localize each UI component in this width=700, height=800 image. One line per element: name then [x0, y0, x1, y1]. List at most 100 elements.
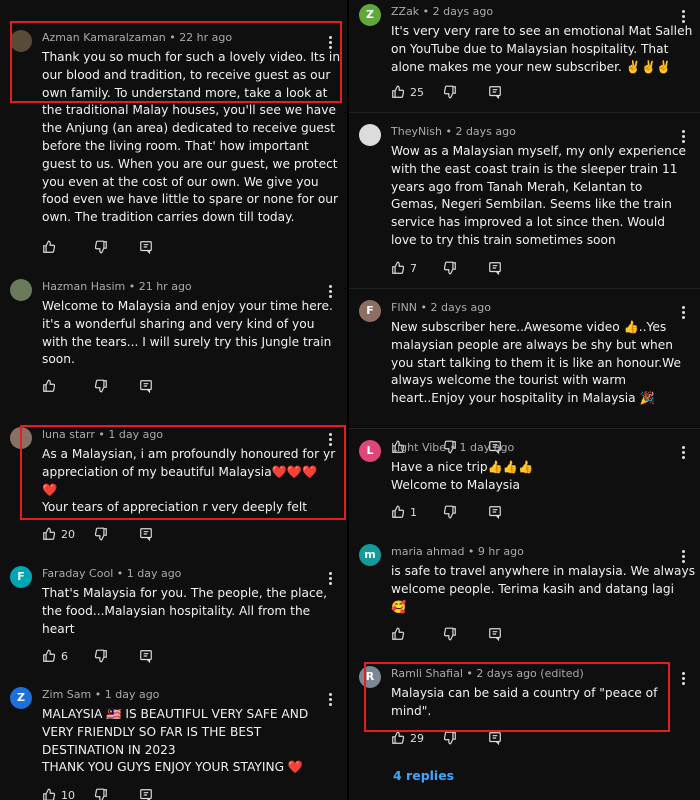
more-options-icon[interactable]	[682, 446, 686, 460]
like-button[interactable]: 29	[391, 731, 424, 745]
comment-text-line: our blood and tradition, to receive gues…	[42, 67, 331, 82]
reply-button[interactable]	[488, 505, 502, 519]
comment-author[interactable]: TheyNish	[391, 125, 442, 138]
reply-icon	[488, 85, 502, 99]
comment-author[interactable]: luna starr	[42, 428, 95, 441]
right-comments-panel: 4 replies Z ZZak • 2 days ago It's very ve…	[349, 0, 700, 800]
more-options-icon[interactable]	[682, 130, 686, 144]
reply-button[interactable]	[139, 649, 153, 663]
view-replies-link[interactable]: 4 replies	[393, 768, 454, 783]
reply-icon	[488, 261, 502, 275]
comment-author[interactable]: Faraday Cool	[42, 567, 113, 580]
section-divider	[349, 112, 700, 113]
thumbs-down-icon	[443, 85, 457, 99]
avatar[interactable]: L	[359, 440, 381, 462]
like-button[interactable]: 25	[391, 85, 424, 99]
like-button[interactable]: 20	[42, 527, 75, 541]
like-button[interactable]	[42, 379, 61, 393]
reply-button[interactable]	[139, 527, 153, 541]
thumbs-down-icon	[443, 731, 457, 745]
like-button[interactable]: 10	[42, 788, 75, 800]
dislike-button[interactable]	[443, 505, 457, 519]
reply-button[interactable]	[139, 379, 153, 393]
dislike-button[interactable]	[443, 731, 457, 745]
comment-text-line: the Anjung (an area) dedicated to receiv…	[42, 121, 336, 136]
reply-button[interactable]	[488, 731, 502, 745]
dislike-button[interactable]	[443, 627, 457, 641]
comment-text-line: alone makes me your new subscriber. ✌️✌️…	[391, 59, 672, 74]
more-options-icon[interactable]	[329, 36, 333, 50]
comment-time: 1 day ago	[104, 688, 160, 701]
left-comments-panel: Azman Kamaralzaman • 22 hr ago Thank you …	[0, 0, 347, 800]
thumbs-up-icon	[42, 240, 56, 254]
comment-text: MALAYSIA 🇲🇾 IS BEAUTIFUL VERY SAFE AND VE…	[42, 706, 337, 777]
comment-text-line: That's Malaysia for you. The people, the…	[42, 586, 328, 600]
comment-meta: Azman Kamaralzaman • 22 hr ago	[42, 31, 232, 44]
dislike-button[interactable]	[443, 261, 457, 275]
avatar[interactable]	[10, 427, 32, 449]
more-options-icon[interactable]	[329, 285, 333, 299]
comment-time: 2 days ago	[430, 301, 491, 314]
thumbs-down-icon	[443, 505, 457, 519]
comment-text: is safe to travel anywhere in malaysia. …	[391, 563, 695, 616]
reply-button[interactable]	[488, 627, 502, 641]
more-options-icon[interactable]	[682, 10, 686, 24]
dislike-button[interactable]	[94, 379, 108, 393]
comment-meta: maria ahmad • 9 hr ago	[391, 545, 524, 558]
comment-author[interactable]: maria ahmad	[391, 545, 464, 558]
comment-text-line: Welcome to Malaysia	[391, 477, 520, 492]
comment-text-line: love to try this train sometimes soon	[391, 232, 616, 247]
avatar[interactable]	[359, 124, 381, 146]
avatar[interactable]	[10, 30, 32, 52]
comment-author[interactable]: FINN	[391, 301, 417, 314]
avatar[interactable]: Z	[359, 4, 381, 26]
comment-author[interactable]: Light Vibe	[391, 441, 446, 454]
avatar[interactable]: Z	[10, 687, 32, 709]
reply-button[interactable]	[488, 261, 502, 275]
comment-text-line: Have a nice trip👍👍👍	[391, 460, 534, 474]
comment-author[interactable]: Zim Sam	[42, 688, 91, 701]
like-button[interactable]: 1	[391, 505, 417, 519]
comment-text-line: on YouTube due to Malaysian hospitality.…	[391, 41, 669, 56]
more-options-icon[interactable]	[682, 672, 686, 686]
dislike-button[interactable]	[94, 527, 108, 541]
comment-text-line: welcome people. Terima kasih and datang …	[391, 581, 675, 596]
avatar[interactable]: m	[359, 544, 381, 566]
more-options-icon[interactable]	[329, 693, 333, 707]
comment-text-line: malaysian people are always be shy but w…	[391, 337, 674, 352]
dislike-button[interactable]	[94, 649, 108, 663]
reply-button[interactable]	[488, 85, 502, 99]
like-button[interactable]	[42, 240, 61, 254]
comment-text-line: you even at the cost of our own. We give…	[42, 174, 319, 189]
more-options-icon[interactable]	[682, 306, 686, 320]
comment-item: F FINN • 2 days ago New subscriber here..A…	[349, 300, 700, 460]
like-count: 20	[61, 527, 75, 541]
comment-text-line: own family. To understand more, take a l…	[42, 85, 328, 100]
comment-text-line: Malaysia can be said a country of "peace…	[391, 686, 658, 700]
comment-author[interactable]: ZZak	[391, 5, 419, 18]
comment-author[interactable]: Azman Kamaralzaman	[42, 31, 166, 44]
reply-button[interactable]	[139, 788, 153, 800]
reply-button[interactable]	[139, 240, 153, 254]
like-button[interactable]: 6	[42, 649, 68, 663]
avatar[interactable]	[10, 279, 32, 301]
dislike-button[interactable]	[94, 240, 108, 254]
avatar[interactable]: F	[10, 566, 32, 588]
comment-item: Z Zim Sam • 1 day ago MALAYSIA 🇲🇾 IS BEAUT…	[0, 687, 347, 800]
more-options-icon[interactable]	[682, 550, 686, 564]
comment-text-line: soon.	[42, 352, 75, 367]
comment-author[interactable]: Hazman Hasim	[42, 280, 125, 293]
more-options-icon[interactable]	[329, 572, 333, 586]
like-button[interactable]	[391, 627, 410, 641]
dislike-button[interactable]	[443, 85, 457, 99]
comment-text: Thank you so much for such a lovely vide…	[42, 49, 340, 227]
thumbs-down-icon	[443, 261, 457, 275]
avatar[interactable]: R	[359, 666, 381, 688]
comment-text-line: MALAYSIA 🇲🇾 IS BEAUTIFUL VERY SAFE AND	[42, 707, 309, 721]
dislike-button[interactable]	[94, 788, 108, 800]
comment-meta: Hazman Hasim • 21 hr ago	[42, 280, 192, 293]
like-button[interactable]: 7	[391, 261, 417, 275]
comment-author[interactable]: Ramli Shafial	[391, 667, 463, 680]
avatar[interactable]: F	[359, 300, 381, 322]
more-options-icon[interactable]	[329, 433, 333, 447]
